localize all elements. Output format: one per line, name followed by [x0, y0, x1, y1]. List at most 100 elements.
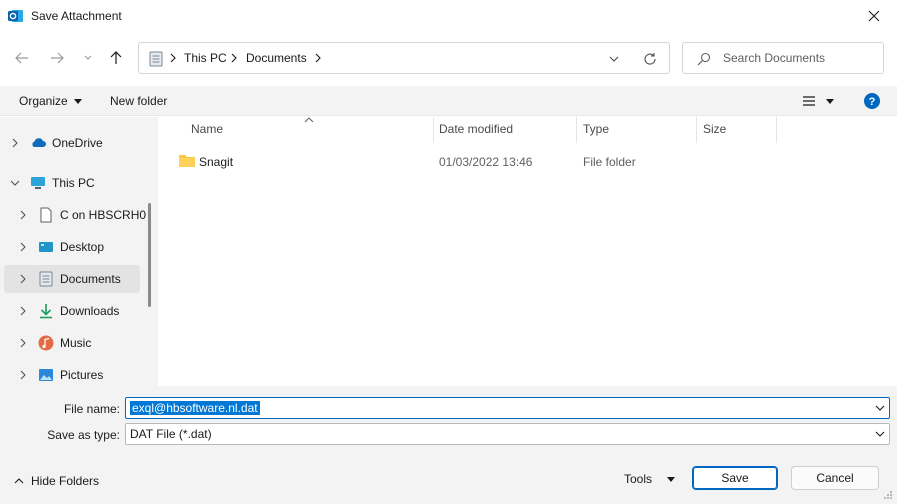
nav-label: C on HBSCRH0 — [60, 208, 147, 222]
chevron-down-icon[interactable] — [875, 403, 885, 413]
chevron-right-icon — [315, 53, 321, 63]
music-icon — [38, 335, 54, 351]
nav-item-c-drive[interactable]: C on HBSCRH0 — [4, 201, 146, 229]
search-icon — [697, 52, 711, 66]
nav-scrollbar[interactable] — [148, 203, 151, 307]
save-form: File name: exql@hbsoftware.nl.dat Save a… — [0, 386, 897, 504]
drive-icon — [40, 207, 52, 223]
chevron-down-icon[interactable] — [609, 55, 619, 63]
save-button[interactable]: Save — [692, 466, 778, 490]
recent-locations-button[interactable] — [78, 48, 98, 68]
chevron-right-icon[interactable] — [18, 338, 28, 348]
chevron-down-icon[interactable] — [10, 178, 20, 188]
nav-item-desktop[interactable]: Desktop — [4, 233, 140, 261]
search-box[interactable]: Search Documents — [682, 42, 884, 74]
file-name-label: File name: — [63, 402, 120, 416]
arrow-left-icon — [15, 52, 28, 64]
list-view-icon — [803, 96, 815, 106]
window-title: Save Attachment — [31, 9, 122, 23]
nav-label: OneDrive — [52, 136, 103, 150]
file-type: File folder — [583, 155, 636, 169]
navigation-pane: OneDrive This PC C on HBSCRH0 Desktop Do… — [0, 117, 158, 386]
arrow-up-icon — [110, 51, 122, 64]
nav-label: This PC — [52, 176, 95, 190]
cloud-icon — [32, 138, 46, 147]
caret-down-icon — [667, 477, 675, 482]
download-icon — [40, 304, 52, 319]
help-icon[interactable]: ? — [864, 93, 880, 109]
column-divider[interactable] — [776, 117, 777, 143]
chevron-right-icon[interactable] — [18, 242, 28, 252]
documents-icon — [149, 51, 163, 67]
outlook-icon — [8, 10, 23, 22]
nav-item-music[interactable]: Music — [4, 329, 140, 357]
computer-icon — [31, 177, 45, 189]
caret-down-icon — [826, 99, 834, 104]
column-header-name[interactable]: Name — [191, 122, 223, 136]
breadcrumb-documents[interactable]: Documents — [246, 51, 307, 65]
nav-item-documents[interactable]: Documents — [4, 265, 140, 293]
view-options-button[interactable] — [802, 94, 838, 108]
search-placeholder[interactable]: Search Documents — [723, 51, 825, 65]
chevron-right-icon[interactable] — [10, 138, 20, 148]
file-name-value[interactable]: exql@hbsoftware.nl.dat — [130, 401, 260, 415]
column-header-size[interactable]: Size — [703, 122, 726, 136]
save-type-label: Save as type: — [47, 428, 120, 442]
cancel-button[interactable]: Cancel — [791, 466, 879, 490]
forward-button[interactable] — [47, 48, 67, 68]
tools-button[interactable]: Tools — [624, 470, 680, 486]
file-list: Name Date modified Type Size Snagit 01/0… — [158, 117, 897, 386]
column-header-type[interactable]: Type — [583, 122, 609, 136]
nav-item-onedrive[interactable]: OneDrive — [4, 129, 140, 157]
chevron-right-icon[interactable] — [18, 370, 28, 380]
arrow-right-icon — [51, 52, 64, 64]
address-bar[interactable]: This PC Documents — [138, 42, 670, 74]
chevron-right-icon[interactable] — [18, 306, 28, 316]
nav-item-pictures[interactable]: Pictures — [4, 361, 140, 386]
nav-item-downloads[interactable]: Downloads — [4, 297, 140, 325]
chevron-down-icon — [84, 55, 92, 60]
nav-label: Music — [60, 336, 92, 350]
caret-down-icon — [74, 99, 83, 105]
nav-label: Desktop — [60, 240, 105, 254]
table-row[interactable]: Snagit 01/03/2022 13:46 File folder — [174, 151, 814, 173]
chevron-right-icon[interactable] — [18, 274, 28, 284]
back-button[interactable] — [12, 48, 32, 68]
hide-folders-label: Hide Folders — [31, 474, 100, 488]
svg-text:?: ? — [869, 96, 876, 108]
file-name-input[interactable]: exql@hbsoftware.nl.dat — [125, 397, 890, 419]
chevron-up-icon — [14, 478, 24, 484]
chevron-right-icon[interactable] — [18, 210, 28, 220]
sort-ascending-icon — [304, 117, 314, 123]
organize-button[interactable]: Organize — [19, 94, 83, 108]
folder-icon — [179, 155, 195, 167]
nav-item-this-pc[interactable]: This PC — [4, 169, 140, 197]
command-toolbar: Organize New folder ? — [0, 86, 897, 116]
file-date: 01/03/2022 13:46 — [439, 155, 533, 169]
resize-grip-icon[interactable] — [883, 490, 893, 500]
chevron-right-icon — [231, 53, 237, 63]
chevron-right-icon — [170, 53, 176, 63]
refresh-icon[interactable] — [643, 52, 657, 66]
nav-label: Downloads — [60, 304, 120, 318]
breadcrumb-this-pc[interactable]: This PC — [184, 51, 227, 65]
save-type-select[interactable]: DAT File (*.dat) — [125, 423, 890, 445]
documents-icon — [39, 271, 53, 287]
close-icon — [868, 10, 880, 22]
column-divider[interactable] — [433, 117, 434, 143]
column-divider[interactable] — [576, 117, 577, 143]
title-bar: Save Attachment — [0, 0, 897, 32]
column-divider[interactable] — [696, 117, 697, 143]
organize-label: Organize — [19, 94, 68, 108]
chevron-down-icon[interactable] — [875, 429, 885, 439]
column-header-date[interactable]: Date modified — [439, 122, 513, 136]
new-folder-button[interactable]: New folder — [110, 94, 167, 108]
desktop-icon — [39, 242, 53, 252]
file-name: Snagit — [199, 155, 234, 169]
close-button[interactable] — [851, 0, 897, 32]
up-button[interactable] — [106, 48, 126, 68]
nav-label: Documents — [60, 272, 121, 286]
save-type-value: DAT File (*.dat) — [130, 427, 212, 441]
nav-label: Pictures — [60, 368, 104, 382]
pictures-icon — [39, 369, 53, 381]
